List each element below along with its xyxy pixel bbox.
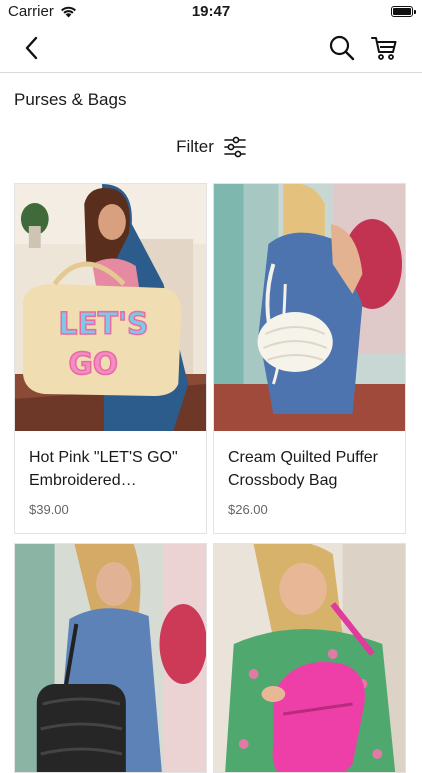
cart-icon [371,37,397,60]
product-price: $39.00 [29,502,69,517]
sliders-icon [224,136,246,158]
filter-label: Filter [176,137,214,156]
search-icon [329,35,355,61]
back-chevron-icon [25,36,38,60]
product-image [15,544,206,772]
product-image [214,544,405,772]
product-image: LET'S GO [15,184,206,431]
clock: 19:47 [191,3,231,20]
search-button[interactable] [328,34,356,62]
bag-lettering-line-1: LET'S [59,307,149,342]
page-title: Purses & Bags [14,90,127,109]
product-price: $26.00 [228,502,268,517]
product-name: Hot Pink "LET'S GO" Embroidered Weekende… [29,449,178,489]
product-card[interactable]: LET'S GO Hot Pink "LET'S GO" Embroidered… [14,183,207,534]
product-card[interactable] [14,543,207,773]
navigation-bar [0,24,422,73]
back-button[interactable] [18,34,46,62]
product-image [214,184,405,431]
status-bar: Carrier 19:47 [0,0,422,24]
cart-button[interactable] [370,34,398,62]
product-card[interactable]: Cream Quilted Puffer Crossbody Bag $26.0… [213,183,406,534]
battery-icon [391,6,416,17]
product-name: Cream Quilted Puffer Crossbody Bag [228,449,378,489]
product-card[interactable] [213,543,406,773]
bag-lettering-line-2: GO [68,347,118,382]
filter-button[interactable]: Filter [0,134,422,160]
